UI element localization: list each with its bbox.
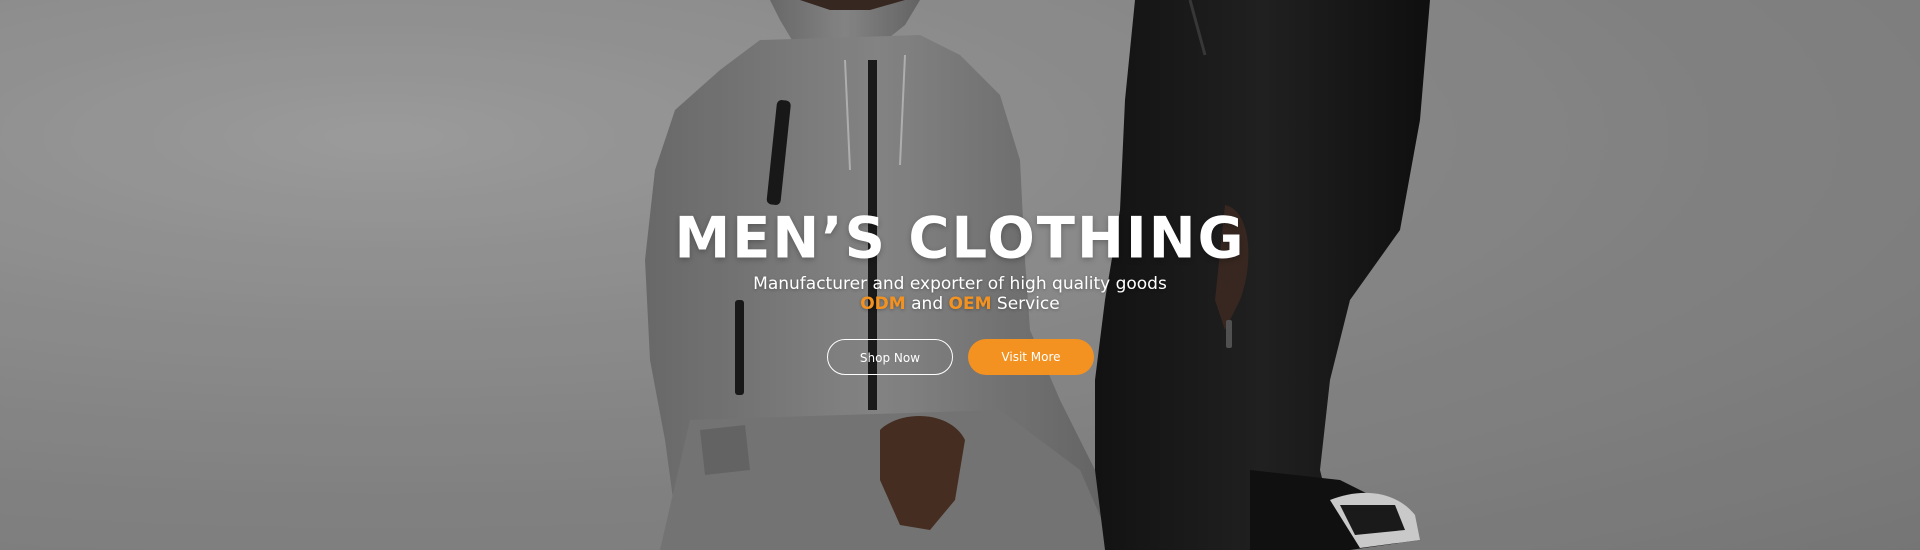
hero-subtitle: Manufacturer and exporter of high qualit… [753, 274, 1167, 294]
and-label: and [911, 294, 944, 314]
hero-title: MEN’S CLOTHING [674, 205, 1246, 272]
shop-now-button[interactable]: Shop Now [827, 339, 953, 375]
oem-label: OEM [948, 294, 992, 314]
hero-service-line: ODM and OEM Service [0, 294, 1920, 314]
odm-label: ODM [860, 294, 906, 314]
visit-more-button[interactable]: Visit More [968, 339, 1094, 375]
service-label: Service [996, 294, 1060, 314]
hero-banner: MEN’S CLOTHING Manufacturer and exporter… [0, 0, 1920, 550]
hero-content: MEN’S CLOTHING Manufacturer and exporter… [0, 0, 1920, 550]
